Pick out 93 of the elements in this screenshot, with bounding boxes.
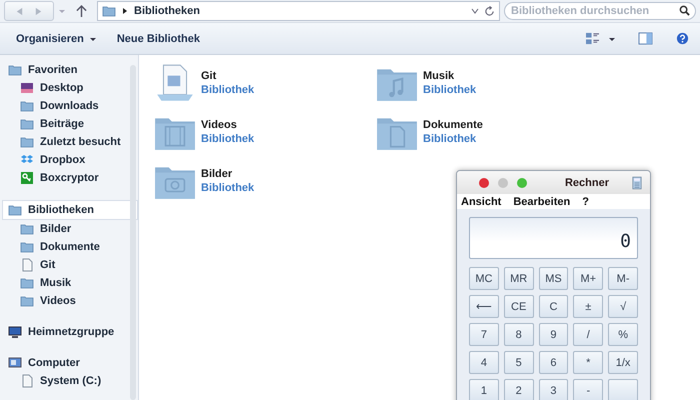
address-bar[interactable]: Bibliotheken	[97, 1, 500, 21]
calculator-key[interactable]: 3	[538, 379, 568, 400]
window-title: Rechner	[564, 176, 609, 188]
calculator-key[interactable]: 5	[504, 351, 534, 374]
library-type: Bibliothek	[423, 84, 476, 96]
help-icon[interactable]	[675, 32, 690, 45]
calculator-key[interactable]: CE	[504, 295, 534, 318]
menu-item[interactable]: ?	[582, 196, 589, 208]
toolbar-button[interactable]: Neue Bibliothek	[110, 30, 206, 48]
calculator-key[interactable]: -	[573, 379, 604, 400]
toolbar-button[interactable]: Organisieren	[10, 30, 103, 48]
sidebar-item[interactable]: Downloads	[8, 97, 138, 115]
sidebar-item[interactable]: Desktop	[8, 79, 138, 97]
scrollbar[interactable]	[130, 65, 136, 400]
folder-icon	[20, 135, 34, 149]
library-name: Videos	[201, 118, 238, 130]
calculator-key[interactable]: M+	[573, 267, 604, 290]
desktop-icon	[20, 81, 34, 95]
library-name: Git	[201, 70, 218, 82]
calculator-key[interactable]: ⟵	[469, 295, 499, 318]
calculator-key[interactable]: MC	[469, 267, 499, 290]
library-item[interactable]: Musik Bibliothek	[375, 61, 575, 104]
sidebar-item[interactable]: Beiträge	[8, 115, 138, 133]
sidebar-item[interactable]: Bilder	[8, 220, 138, 238]
search-icon[interactable]	[679, 5, 690, 16]
library-name: Bilder	[201, 168, 234, 180]
menu-item[interactable]: Ansicht	[461, 196, 502, 208]
folder-icon	[8, 203, 22, 217]
folder-icon	[20, 117, 34, 131]
calculator-key[interactable]: 7	[469, 323, 499, 346]
calculator-key[interactable]: 6	[538, 351, 568, 374]
sidebar-item[interactable]: Dokumente	[8, 238, 138, 256]
folder-icon	[20, 276, 34, 290]
up-arrow-icon[interactable]	[76, 4, 87, 18]
computer-icon	[8, 356, 22, 370]
library-type: Bibliothek	[423, 132, 478, 144]
sidebar-item[interactable]: Musik	[8, 274, 138, 292]
sidebar-item[interactable]: Heimnetzgruppe	[8, 323, 138, 341]
calculator-key[interactable]: C	[538, 295, 568, 318]
calculator-key[interactable]: ±	[573, 295, 604, 318]
calculator-display: 0	[469, 217, 638, 259]
calculator-key[interactable]: /	[573, 323, 604, 346]
monitor-icon	[8, 325, 22, 339]
library-item[interactable]: Dokumente Bibliothek	[375, 110, 575, 153]
library-type: Bibliothek	[201, 84, 254, 96]
sidebar-item[interactable]: Zuletzt besucht	[8, 133, 138, 151]
view-options-icon[interactable]	[585, 32, 600, 45]
library-name: Musik	[423, 70, 456, 82]
calculator-key[interactable]: 4	[469, 351, 499, 374]
sidebar-item[interactable]: Git	[8, 256, 138, 274]
sidebar-item[interactable]: Favoriten	[8, 61, 138, 79]
calculator-key[interactable]: 1/x	[608, 351, 638, 374]
folder-icon	[20, 222, 34, 236]
library-item[interactable]: Videos Bibliothek	[153, 110, 375, 153]
document-icon	[20, 258, 34, 272]
calculator-key[interactable]: MS	[538, 267, 568, 290]
refresh-icon[interactable]	[484, 6, 495, 16]
calculator-key[interactable]: %	[608, 323, 638, 346]
calculator-key[interactable]: MR	[504, 267, 534, 290]
calculator-key[interactable]: 1	[469, 379, 499, 400]
folder-icon	[20, 240, 34, 254]
search-field[interactable]: Bibliotheken durchsuchen	[504, 2, 696, 20]
calculator-key[interactable]: M-	[608, 267, 638, 290]
folder-icon	[20, 99, 34, 113]
sidebar-item[interactable]: System (C:)	[8, 372, 138, 390]
sidebar-item[interactable]: Dropbox	[8, 151, 138, 169]
library-name: Dokumente	[423, 118, 483, 130]
address-path: Bibliotheken	[134, 5, 200, 17]
calculator-key[interactable]: *	[573, 351, 604, 374]
sidebar-item[interactable]: Boxcryptor	[8, 169, 138, 187]
folder-icon	[8, 63, 22, 77]
folder-icon	[102, 4, 116, 18]
calculator-key[interactable]: √	[608, 295, 638, 318]
calculator-key[interactable]: 2	[504, 379, 534, 400]
calculator-key[interactable]: 8	[504, 323, 534, 346]
folder-icon	[20, 294, 34, 308]
close-button[interactable]	[479, 178, 489, 188]
library-type: Bibliothek	[201, 182, 254, 194]
chevron-icon	[121, 7, 129, 15]
calculator-key[interactable]: 9	[538, 323, 568, 346]
sidebar-item[interactable]: Bibliotheken	[2, 200, 138, 220]
maximize-button[interactable]	[517, 178, 527, 188]
library-type: Bibliothek	[201, 132, 254, 144]
key-icon	[20, 171, 34, 185]
calculator-icon	[632, 176, 642, 190]
dropdown-icon[interactable]	[471, 7, 479, 15]
sidebar-item[interactable]: Videos	[8, 292, 138, 310]
preview-pane-icon[interactable]	[638, 32, 653, 45]
document-icon	[20, 374, 34, 388]
menu-item[interactable]: Bearbeiten	[513, 196, 570, 208]
library-item[interactable]: Git Bibliothek	[153, 61, 375, 104]
sidebar-item[interactable]: Computer	[8, 354, 138, 372]
library-item[interactable]: Bilder Bibliothek	[153, 159, 375, 202]
